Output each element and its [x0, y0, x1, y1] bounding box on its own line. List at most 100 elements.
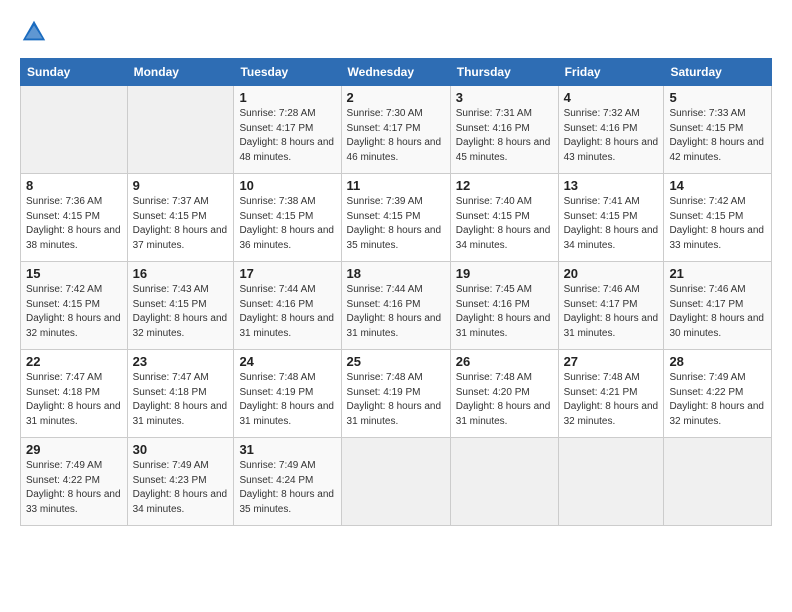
calendar-day-cell: 16 Sunrise: 7:43 AMSunset: 4:15 PMDayligh…	[127, 262, 234, 350]
day-info: Sunrise: 7:49 AMSunset: 4:24 PMDaylight:…	[239, 460, 334, 515]
day-info: Sunrise: 7:42 AMSunset: 4:15 PMDaylight:…	[669, 196, 764, 251]
calendar-day-cell	[450, 438, 558, 526]
calendar-day-cell	[558, 438, 664, 526]
calendar-week-row: 1 Sunrise: 7:28 AMSunset: 4:17 PMDaylight…	[21, 86, 772, 174]
calendar-day-cell: 13 Sunrise: 7:41 AMSunset: 4:15 PMDayligh…	[558, 174, 664, 262]
day-info: Sunrise: 7:46 AMSunset: 4:17 PMDaylight:…	[564, 284, 659, 339]
logo	[20, 18, 54, 46]
calendar-day-cell: 17 Sunrise: 7:44 AMSunset: 4:16 PMDayligh…	[234, 262, 341, 350]
weekday-header: Saturday	[664, 59, 772, 86]
calendar-day-cell: 1 Sunrise: 7:28 AMSunset: 4:17 PMDaylight…	[234, 86, 341, 174]
calendar-day-cell: 25Sunrise: 7:48 AMSunset: 4:19 PMDayligh…	[341, 350, 450, 438]
calendar-day-cell: 23 Sunrise: 7:47 AMSunset: 4:18 PMDayligh…	[127, 350, 234, 438]
day-number: 3	[456, 90, 553, 105]
calendar-day-cell: 31 Sunrise: 7:49 AMSunset: 4:24 PMDayligh…	[234, 438, 341, 526]
weekday-header: Friday	[558, 59, 664, 86]
day-number: 4	[564, 90, 659, 105]
day-number: 11	[347, 178, 445, 193]
day-number: 1	[239, 90, 335, 105]
calendar-day-cell: 27 Sunrise: 7:48 AMSunset: 4:21 PMDayligh…	[558, 350, 664, 438]
day-info: Sunrise: 7:28 AMSunset: 4:17 PMDaylight:…	[239, 108, 334, 163]
day-number: 17	[239, 266, 335, 281]
calendar-day-cell	[341, 438, 450, 526]
weekday-header: Wednesday	[341, 59, 450, 86]
calendar-day-cell: 28Sunrise: 7:49 AMSunset: 4:22 PMDayligh…	[664, 350, 772, 438]
day-info: Sunrise: 7:30 AMSunset: 4:17 PMDaylight:…	[347, 108, 442, 163]
calendar-week-row: 29 Sunrise: 7:49 AMSunset: 4:22 PMDayligh…	[21, 438, 772, 526]
day-info: Sunrise: 7:48 AMSunset: 4:19 PMDaylight:…	[239, 372, 334, 427]
calendar-week-row: 15 Sunrise: 7:42 AMSunset: 4:15 PMDayligh…	[21, 262, 772, 350]
day-number: 23	[133, 354, 229, 369]
day-info: Sunrise: 7:43 AMSunset: 4:15 PMDaylight:…	[133, 284, 228, 339]
calendar-day-cell: 24 Sunrise: 7:48 AMSunset: 4:19 PMDayligh…	[234, 350, 341, 438]
calendar-day-cell: 9 Sunrise: 7:37 AMSunset: 4:15 PMDaylight…	[127, 174, 234, 262]
day-number: 22	[26, 354, 122, 369]
day-info: Sunrise: 7:47 AMSunset: 4:18 PMDaylight:…	[133, 372, 228, 427]
day-number: 31	[239, 442, 335, 457]
day-info: Sunrise: 7:40 AMSunset: 4:15 PMDaylight:…	[456, 196, 551, 251]
calendar-day-cell: 20 Sunrise: 7:46 AMSunset: 4:17 PMDayligh…	[558, 262, 664, 350]
day-number: 9	[133, 178, 229, 193]
calendar-day-cell: 4 Sunrise: 7:32 AMSunset: 4:16 PMDaylight…	[558, 86, 664, 174]
day-info: Sunrise: 7:41 AMSunset: 4:15 PMDaylight:…	[564, 196, 659, 251]
day-info: Sunrise: 7:44 AMSunset: 4:16 PMDaylight:…	[239, 284, 334, 339]
day-info: Sunrise: 7:38 AMSunset: 4:15 PMDaylight:…	[239, 196, 334, 251]
calendar-day-cell: 30Sunrise: 7:49 AMSunset: 4:23 PMDayligh…	[127, 438, 234, 526]
calendar-day-cell: 18 Sunrise: 7:44 AMSunset: 4:16 PMDayligh…	[341, 262, 450, 350]
day-info: Sunrise: 7:48 AMSunset: 4:21 PMDaylight:…	[564, 372, 659, 427]
day-number: 27	[564, 354, 659, 369]
calendar-day-cell: 22 Sunrise: 7:47 AMSunset: 4:18 PMDayligh…	[21, 350, 128, 438]
calendar-table: SundayMondayTuesdayWednesdayThursdayFrid…	[20, 58, 772, 526]
calendar-day-cell: 2Sunrise: 7:30 AMSunset: 4:17 PMDaylight…	[341, 86, 450, 174]
day-number: 30	[133, 442, 229, 457]
calendar-day-cell: 19Sunrise: 7:45 AMSunset: 4:16 PMDayligh…	[450, 262, 558, 350]
weekday-header: Tuesday	[234, 59, 341, 86]
calendar-header: SundayMondayTuesdayWednesdayThursdayFrid…	[21, 59, 772, 86]
day-info: Sunrise: 7:36 AMSunset: 4:15 PMDaylight:…	[26, 196, 121, 251]
calendar-day-cell: 3 Sunrise: 7:31 AMSunset: 4:16 PMDaylight…	[450, 86, 558, 174]
day-number: 5	[669, 90, 766, 105]
header	[20, 18, 772, 46]
calendar-day-cell: 15 Sunrise: 7:42 AMSunset: 4:15 PMDayligh…	[21, 262, 128, 350]
day-number: 12	[456, 178, 553, 193]
weekday-header: Monday	[127, 59, 234, 86]
calendar-day-cell: 12 Sunrise: 7:40 AMSunset: 4:15 PMDayligh…	[450, 174, 558, 262]
calendar-week-row: 22 Sunrise: 7:47 AMSunset: 4:18 PMDayligh…	[21, 350, 772, 438]
day-info: Sunrise: 7:31 AMSunset: 4:16 PMDaylight:…	[456, 108, 551, 163]
calendar-day-cell	[127, 86, 234, 174]
day-number: 10	[239, 178, 335, 193]
day-number: 21	[669, 266, 766, 281]
logo-icon	[20, 18, 48, 46]
calendar-day-cell: 5 Sunrise: 7:33 AMSunset: 4:15 PMDaylight…	[664, 86, 772, 174]
day-number: 26	[456, 354, 553, 369]
day-info: Sunrise: 7:49 AMSunset: 4:22 PMDaylight:…	[669, 372, 764, 427]
day-number: 15	[26, 266, 122, 281]
calendar-day-cell: 14 Sunrise: 7:42 AMSunset: 4:15 PMDayligh…	[664, 174, 772, 262]
page: SundayMondayTuesdayWednesdayThursdayFrid…	[0, 0, 792, 536]
day-info: Sunrise: 7:39 AMSunset: 4:15 PMDaylight:…	[347, 196, 442, 251]
weekday-row: SundayMondayTuesdayWednesdayThursdayFrid…	[21, 59, 772, 86]
day-number: 14	[669, 178, 766, 193]
day-info: Sunrise: 7:49 AMSunset: 4:22 PMDaylight:…	[26, 460, 121, 515]
day-info: Sunrise: 7:47 AMSunset: 4:18 PMDaylight:…	[26, 372, 121, 427]
day-number: 13	[564, 178, 659, 193]
day-info: Sunrise: 7:42 AMSunset: 4:15 PMDaylight:…	[26, 284, 121, 339]
day-info: Sunrise: 7:46 AMSunset: 4:17 PMDaylight:…	[669, 284, 764, 339]
day-number: 20	[564, 266, 659, 281]
day-info: Sunrise: 7:44 AMSunset: 4:16 PMDaylight:…	[347, 284, 442, 339]
day-number: 16	[133, 266, 229, 281]
calendar-day-cell	[21, 86, 128, 174]
calendar-day-cell: 21 Sunrise: 7:46 AMSunset: 4:17 PMDayligh…	[664, 262, 772, 350]
day-info: Sunrise: 7:37 AMSunset: 4:15 PMDaylight:…	[133, 196, 228, 251]
day-number: 29	[26, 442, 122, 457]
calendar-day-cell: 26Sunrise: 7:48 AMSunset: 4:20 PMDayligh…	[450, 350, 558, 438]
day-number: 18	[347, 266, 445, 281]
day-info: Sunrise: 7:48 AMSunset: 4:19 PMDaylight:…	[347, 372, 442, 427]
day-info: Sunrise: 7:32 AMSunset: 4:16 PMDaylight:…	[564, 108, 659, 163]
calendar-week-row: 8Sunrise: 7:36 AMSunset: 4:15 PMDaylight…	[21, 174, 772, 262]
day-number: 24	[239, 354, 335, 369]
day-info: Sunrise: 7:33 AMSunset: 4:15 PMDaylight:…	[669, 108, 764, 163]
day-number: 19	[456, 266, 553, 281]
weekday-header: Thursday	[450, 59, 558, 86]
calendar-body: 1 Sunrise: 7:28 AMSunset: 4:17 PMDaylight…	[21, 86, 772, 526]
